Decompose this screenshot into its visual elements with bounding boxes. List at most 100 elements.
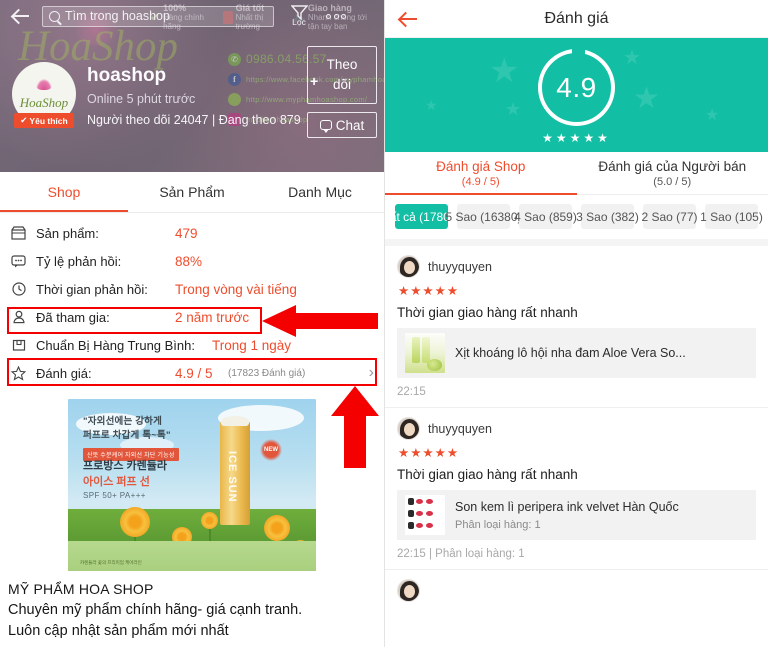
shop-stats-list: Sản phẩm: 479 Tỷ lệ phản hồi: 88% Thời g… — [0, 213, 384, 391]
search-input[interactable]: Tìm trong hoashop — [42, 5, 274, 27]
back-arrow-icon[interactable] — [8, 3, 34, 29]
tab-shop[interactable]: Shop — [0, 172, 128, 212]
rating-hero-banner: ★ ★ ★ ★ ★ ★ 4.9 ★★★★★ — [385, 38, 768, 152]
funnel-icon — [290, 5, 308, 20]
banner-title-line2: 아이스 퍼프 선 — [83, 475, 150, 488]
review-star-rating: ★★★★★ — [398, 446, 460, 460]
promo-banner-image[interactable]: ICE SUN NEW "자외선에는 강하게 퍼프로 차갑게 톡~톡" 산뜻 수… — [68, 399, 316, 571]
back-arrow-icon[interactable] — [397, 7, 421, 31]
follow-button-label-2: dõi — [332, 77, 351, 92]
review-product-card[interactable]: Son kem lì peripera ink velvet Hàn Quốc … — [397, 490, 756, 540]
review-product-name: Xịt khoáng lô hội nha đam Aloe Vera So..… — [455, 345, 686, 360]
chat-bubble-icon — [319, 120, 332, 133]
flower-shape — [201, 512, 218, 529]
review-comment: Thời gian giao hàng rất nhanh — [397, 467, 578, 482]
tab-danh-muc-label: Danh Mục — [288, 184, 352, 200]
stat-label-products: Sản phẩm: — [36, 225, 99, 241]
chat-button[interactable]: Chat — [307, 112, 377, 138]
stat-rating-count: (17823 Đánh giá) — [228, 367, 306, 379]
banner-title-text: 프로방스 카렌듈라 아이스 퍼프 선 — [83, 459, 167, 491]
shop-follower-counts: Người theo dõi 24047 | Đang theo 879 — [87, 112, 301, 127]
stat-row-response-time: Thời gian phản hồi: Trong vòng vài tiếng — [0, 275, 384, 303]
rating-hero-stars: ★★★★★ — [542, 131, 611, 145]
tab-danh-gia-shop-label: Đánh giá Shop — [436, 159, 526, 174]
review-username: thuyyquyen — [428, 421, 492, 436]
review-username: thuyyquyen — [428, 259, 492, 274]
reviews-tabs: Đánh giá Shop (4.9 / 5) Đánh giá của Ngư… — [385, 152, 768, 195]
chevron-right-icon[interactable]: › — [369, 365, 374, 381]
search-icon — [49, 10, 60, 22]
shop-identity-block: HoaShop ✔ Yêu thích hoashop Online 5 phú… — [12, 62, 301, 128]
decorative-star-icon: ★ — [705, 107, 720, 124]
banner-footnote-text: 카렌듈라 꽃의 프리미엄 케어라인 — [80, 560, 142, 566]
review-product-variant: Phân loại hàng: 1 — [455, 518, 541, 531]
package-icon — [10, 338, 27, 352]
shop-tabs: Shop Sản Phẩm Danh Mục — [0, 172, 384, 213]
review-item: thuyyquyen ★★★★★ Thời gian giao hàng rất… — [385, 408, 768, 570]
tab-danh-gia-shop-sub: (4.9 / 5) — [461, 176, 500, 188]
stat-label-response-rate: Tỷ lệ phản hồi: — [36, 253, 122, 269]
tab-san-pham-label: Sản Phẩm — [159, 184, 225, 200]
flower-shape — [264, 515, 290, 541]
chip-filter-2-star[interactable]: 2 Sao (77) — [641, 204, 698, 229]
review-product-card[interactable]: Xịt khoáng lô hội nha đam Aloe Vera So..… — [397, 328, 756, 378]
review-item-partial — [385, 570, 768, 602]
shop-topbar: Tìm trong hoashop Lọc — [0, 0, 384, 32]
decorative-star-icon: ★ — [425, 97, 438, 113]
decorative-star-icon: ★ — [489, 52, 520, 90]
stat-value-response-time: Trong vòng vài tiếng — [175, 281, 297, 297]
avatar — [397, 417, 420, 440]
review-timestamp: 22:15 | Phân loại hàng: 1 — [397, 548, 525, 560]
follow-button-label-1: Theo — [326, 56, 358, 72]
new-badge: NEW — [258, 437, 284, 463]
promo-description: MỸ PHẨM HOA SHOP Chuyên mỹ phẩm chính hã… — [0, 571, 384, 639]
chat-bubble-icon — [10, 254, 27, 268]
tab-danh-gia-nguoi-ban[interactable]: Đánh giá của Người bán (5.0 / 5) — [577, 152, 768, 194]
tab-danh-gia-shop[interactable]: Đánh giá Shop (4.9 / 5) — [385, 152, 577, 195]
promo-line-3: Luôn cập nhật sản phẩm mới nhất — [8, 623, 229, 639]
decorative-star-icon: ★ — [633, 82, 660, 115]
tab-danh-gia-nguoi-ban-label: Đánh giá của Người bán — [598, 159, 747, 174]
bottle-label-text: ICE SUN — [226, 451, 238, 503]
chip-filter-1-star[interactable]: 1 Sao (105) — [700, 204, 763, 229]
stat-value-response-rate: 88% — [175, 253, 203, 269]
filter-button[interactable]: Lọc — [282, 5, 316, 27]
promo-line-1: MỸ PHẨM HOA SHOP — [8, 581, 154, 597]
avatar-logo-text: HoaShop — [19, 95, 69, 110]
chip-filter-all[interactable]: Tất cả (17803) — [385, 204, 461, 229]
chip-filter-4-star[interactable]: 4 Sao (859) — [514, 204, 577, 229]
promo-line-2: Chuyên mỹ phẩm chính hãng- giá cạnh tran… — [8, 602, 303, 618]
stat-row-prep-time: Chuẩn Bị Hàng Trung Bình: Trong 1 ngày — [0, 331, 384, 359]
shop-avatar-wrapper[interactable]: HoaShop ✔ Yêu thích — [12, 62, 76, 128]
stat-row-joined: Đã tham gia: 2 năm trước — [0, 303, 384, 331]
banner-spf-text: SPF 50+ PA+++ — [83, 491, 146, 500]
stat-label-joined: Đã tham gia: — [36, 309, 110, 325]
search-input-value: Tìm trong hoashop — [65, 9, 170, 23]
review-star-rating: ★★★★★ — [398, 284, 460, 298]
tab-danh-muc[interactable]: Danh Mục — [256, 172, 384, 212]
shop-online-status: Online 5 phút trước — [87, 91, 196, 106]
stat-row-rating[interactable]: Đánh giá: 4.9 / 5 (17823 Đánh giá) › — [0, 359, 384, 387]
review-timestamp: 22:15 — [397, 386, 426, 398]
shop-profile-panel: HoaShop ✔ 100% Hàng chính hãng Giá tốt Nhấ… — [0, 0, 384, 647]
rating-score-value: 4.9 — [556, 71, 597, 103]
chip-filter-3-star[interactable]: 3 Sao (382) — [576, 204, 639, 229]
stat-value-products: 479 — [175, 225, 198, 241]
tab-san-pham[interactable]: Sản Phẩm — [128, 172, 256, 212]
product-bottle-cap — [221, 416, 249, 426]
stat-row-products: Sản phẩm: 479 — [0, 219, 384, 247]
favorite-badge: ✔ Yêu thích — [14, 113, 74, 128]
banner-title-line1: 프로방스 카렌듈라 — [83, 460, 168, 472]
rating-score-ring: 4.9 — [538, 48, 615, 126]
banner-quote-text: "자외선에는 강하게 퍼프로 차갑게 톡~톡" — [83, 416, 171, 442]
reviews-topbar: Đánh giá — [385, 0, 768, 38]
logo-flower-icon — [35, 79, 52, 90]
more-options-icon[interactable] — [326, 13, 346, 19]
shop-header-banner: HoaShop ✔ 100% Hàng chính hãng Giá tốt Nhấ… — [0, 0, 384, 172]
follow-button[interactable]: + Theo dõi — [307, 46, 377, 104]
stat-value-joined: 2 năm trước — [175, 309, 250, 325]
tab-danh-gia-nguoi-ban-sub: (5.0 / 5) — [653, 176, 692, 188]
check-icon: ✔ — [20, 115, 28, 125]
chip-filter-5-star[interactable]: 5 Sao (16380) — [445, 204, 522, 229]
clock-icon — [10, 282, 27, 296]
